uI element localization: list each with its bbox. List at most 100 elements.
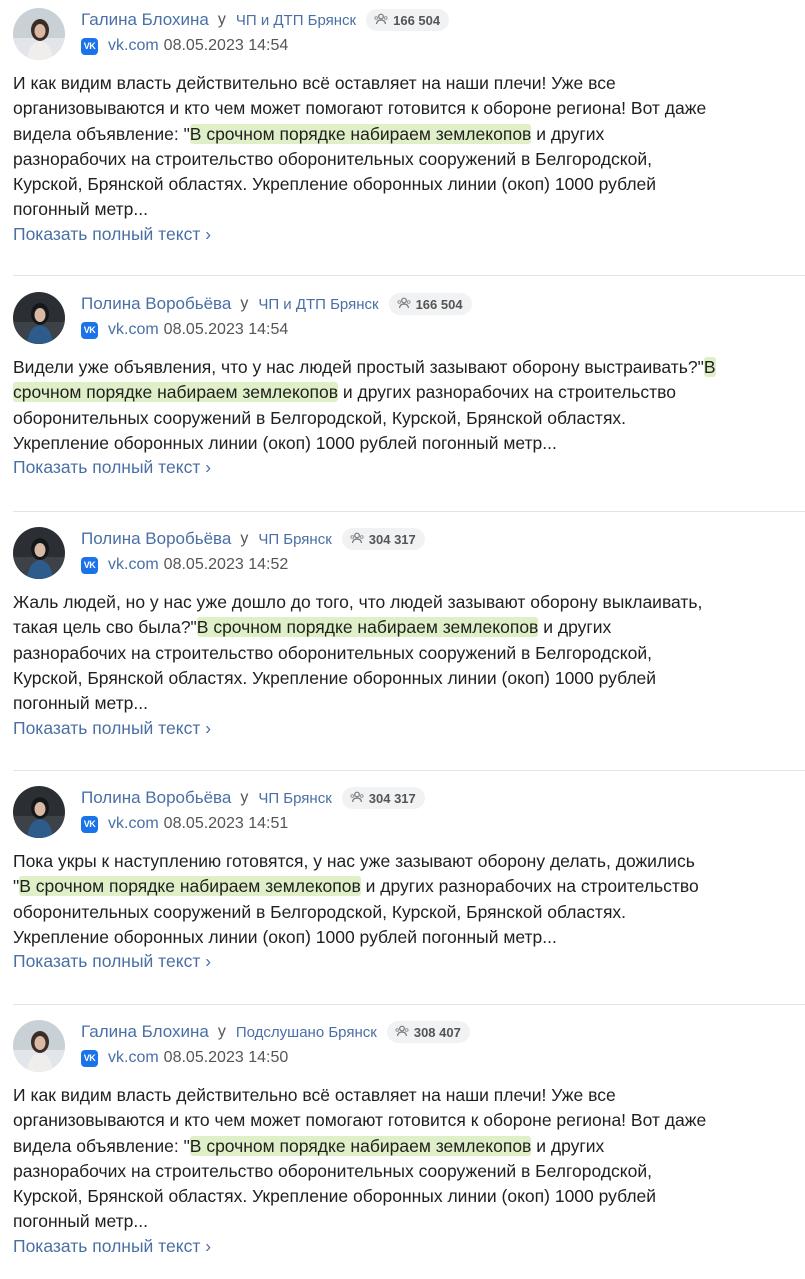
text-line: оборонительных сооружений в Белгородской…: [13, 901, 627, 922]
highlighted-match: В: [703, 357, 716, 377]
group-name-link[interactable]: ЧП Брянск: [258, 790, 331, 807]
avatar[interactable]: [13, 292, 65, 344]
text-line: Видели уже объявления, что у нас людей п…: [13, 355, 793, 380]
vk-logo-icon: VK: [81, 815, 98, 833]
subscribers-count: 166 504: [393, 12, 441, 28]
in-word-label: у: [240, 295, 249, 312]
vk-logo-icon: VK: [81, 556, 98, 574]
source-link[interactable]: vk.com: [108, 556, 159, 574]
post-divider: [13, 1004, 805, 1005]
text-segment: и других: [531, 123, 605, 144]
post-text: И как видим власть действительно всё ост…: [13, 71, 793, 223]
vk-logo-icon: VK: [81, 321, 98, 339]
text-line: Курской, Брянской областях. Укрепление о…: [13, 1186, 657, 1207]
post-divider: [13, 275, 805, 276]
post-datetime: 08.05.2023 14:51: [163, 815, 289, 832]
text-line: организовываются и кто чем может помогаю…: [13, 1110, 707, 1131]
post-datetime: 08.05.2023 14:52: [163, 556, 289, 573]
highlighted-match: В срочном порядке набираем землекопов: [196, 617, 539, 638]
text-segment: и других: [531, 1135, 605, 1156]
post-header: Полина Воробьёва у ЧП Брянск 304 317: [81, 527, 425, 551]
avatar-woman-light-icon: [13, 8, 65, 60]
subscribers-badge: 166 504: [388, 293, 472, 315]
highlighted-match: В срочном порядке набираем землекопов: [19, 876, 361, 897]
text-line: И как видим власть действительно всё ост…: [13, 73, 616, 93]
people-icon: [350, 532, 369, 547]
group-name-link[interactable]: ЧП и ДТП Брянск: [258, 296, 378, 313]
text-line: организовываются и кто чем может помогаю…: [13, 98, 707, 119]
in-word-label: у: [217, 1023, 226, 1040]
people-icon: [395, 1025, 414, 1040]
text-line: видела объявление: "В срочном порядке на…: [13, 122, 793, 147]
author-name-link[interactable]: Галина Блохина: [81, 10, 209, 30]
post-header: Галина Блохина у Подслушано Брянск 308 407: [81, 1020, 470, 1044]
show-full-text-link[interactable]: Показать полный текст ›: [13, 1236, 211, 1257]
text-segment: такая цель сво была?": [13, 617, 197, 638]
highlighted-match: В срочном порядке набираем землекопов: [189, 1135, 532, 1156]
group-name-link[interactable]: ЧП и ДТП Брянск: [236, 12, 356, 29]
post-header: Полина Воробьёва у ЧП Брянск 304 317: [81, 786, 425, 810]
post-meta: VK vk.com 08.05.2023 14:54: [81, 36, 288, 56]
in-word-label: у: [240, 530, 249, 547]
author-name-link[interactable]: Полина Воробьёва: [81, 294, 231, 314]
post-text: Видели уже объявления, что у нас людей п…: [13, 355, 793, 456]
people-icon: [396, 297, 416, 312]
post-datetime: 08.05.2023 14:50: [163, 1049, 289, 1066]
source-link[interactable]: vk.com: [108, 321, 159, 339]
in-word-label: у: [217, 11, 226, 28]
post-text: Пока укры к наступлению готовятся, у нас…: [13, 849, 793, 950]
avatar-woman-dark-icon: [13, 292, 65, 344]
show-full-text-link[interactable]: Показать полный текст ›: [13, 951, 211, 972]
post-meta: VK vk.com 08.05.2023 14:50: [81, 1048, 288, 1068]
avatar-woman-light-icon: [13, 1020, 65, 1072]
author-name-link[interactable]: Полина Воробьёва: [81, 529, 231, 549]
show-full-text-link[interactable]: Показать полный текст ›: [13, 457, 211, 478]
group-name-link[interactable]: ЧП Брянск: [258, 531, 331, 548]
post-datetime: 08.05.2023 14:54: [163, 321, 289, 338]
subscribers-badge: 308 407: [386, 1021, 470, 1043]
in-word-label: у: [240, 789, 249, 806]
subscribers-badge: 304 317: [341, 528, 425, 550]
post-divider: [13, 511, 805, 512]
avatar[interactable]: [13, 1020, 65, 1072]
text-segment: Видели уже объявления, что у нас людей п…: [13, 357, 704, 377]
highlighted-match: срочном порядке набираем землекопов: [13, 382, 339, 403]
avatar[interactable]: [13, 527, 65, 579]
text-line: погонный метр...: [13, 1211, 149, 1232]
post-divider: [13, 770, 805, 771]
text-line: такая цель сво была?"В срочном порядке н…: [13, 615, 793, 640]
text-line: погонный метр...: [13, 693, 149, 714]
post-meta: VK vk.com 08.05.2023 14:51: [81, 814, 288, 834]
source-link[interactable]: vk.com: [108, 37, 159, 55]
post-text: И как видим власть действительно всё ост…: [13, 1083, 793, 1235]
post-text: Жаль людей, но у нас уже дошло до того, …: [13, 590, 793, 716]
show-full-text-link[interactable]: Показать полный текст ›: [13, 224, 211, 245]
text-line: Укрепление оборонных линии (окоп) 1000 р…: [13, 432, 557, 453]
source-link[interactable]: vk.com: [108, 815, 159, 833]
subscribers-count: 308 407: [413, 1024, 461, 1040]
people-icon: [374, 13, 393, 28]
avatar[interactable]: [13, 786, 65, 838]
text-segment: видела объявление: ": [13, 1135, 190, 1156]
show-full-text-link[interactable]: Показать полный текст ›: [13, 718, 211, 739]
vk-logo-icon: VK: [81, 37, 98, 55]
subscribers-count: 304 317: [368, 790, 416, 806]
text-line: Жаль людей, но у нас уже дошло до того, …: [13, 592, 703, 612]
people-icon: [350, 791, 369, 806]
text-line: И как видим власть действительно всё ост…: [13, 1085, 616, 1105]
avatar[interactable]: [13, 8, 65, 60]
text-line: Курской, Брянской областях. Укрепление о…: [13, 667, 657, 688]
subscribers-badge: 166 504: [366, 9, 450, 31]
group-name-link[interactable]: Подслушано Брянск: [236, 1024, 377, 1041]
post-meta: VK vk.com 08.05.2023 14:54: [81, 320, 288, 340]
text-line: разнорабочих на строительство оборонител…: [13, 642, 653, 663]
post-header: Полина Воробьёва у ЧП и ДТП Брянск 166 504: [81, 292, 472, 316]
avatar-woman-dark-icon: [13, 527, 65, 579]
author-name-link[interactable]: Галина Блохина: [81, 1022, 209, 1042]
avatar-woman-dark-icon: [13, 786, 65, 838]
highlighted-match: В срочном порядке набираем землекопов: [189, 123, 532, 144]
author-name-link[interactable]: Полина Воробьёва: [81, 788, 231, 808]
text-line: Пока укры к наступлению готовятся, у нас…: [13, 851, 695, 871]
subscribers-count: 166 504: [415, 296, 463, 312]
source-link[interactable]: vk.com: [108, 1049, 159, 1067]
